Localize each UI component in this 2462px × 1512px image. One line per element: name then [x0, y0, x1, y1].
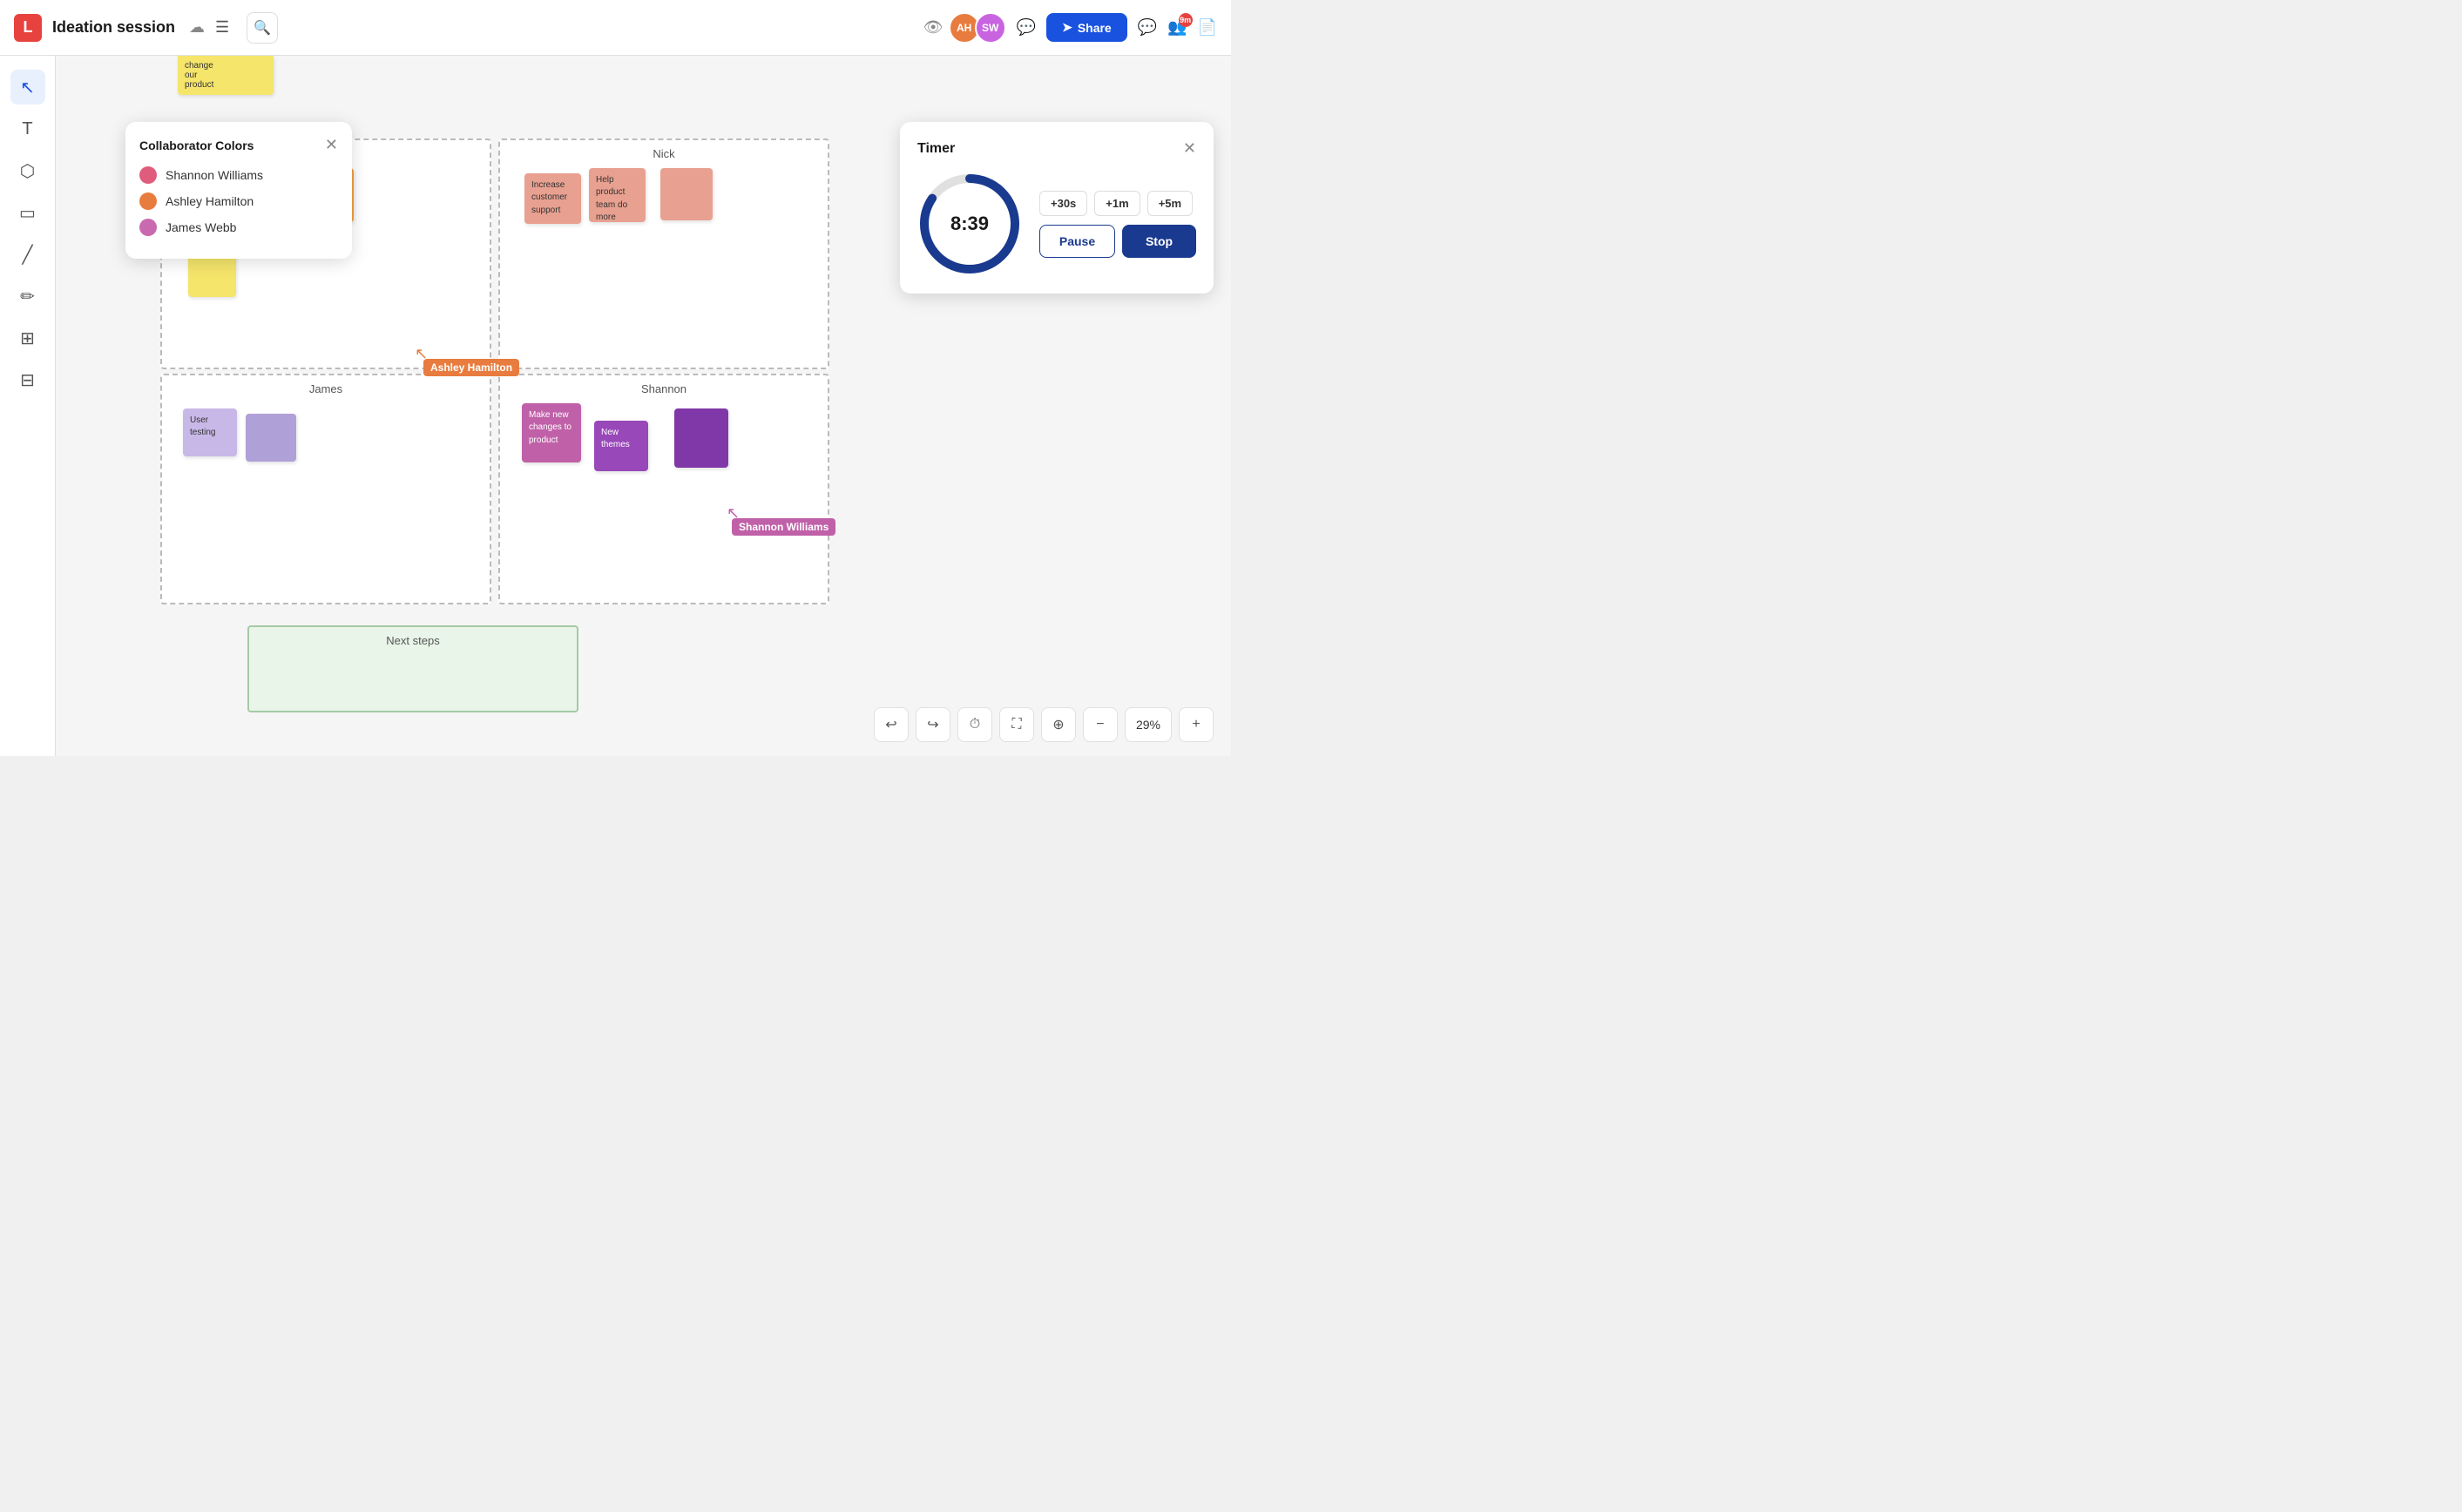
timer-increments: +30s +1m +5m [1039, 191, 1196, 216]
rect-tool[interactable]: ▭ [10, 195, 45, 230]
draw-tool[interactable]: ✏ [10, 279, 45, 314]
next-steps-label: Next steps [249, 627, 577, 647]
shannon-cursor-label: Shannon Williams [732, 518, 835, 536]
shannon-collab-name: Shannon Williams [166, 168, 263, 182]
increment-1m[interactable]: +1m [1094, 191, 1140, 216]
james-collab-name: James Webb [166, 220, 236, 234]
line-tool[interactable]: ╱ [10, 237, 45, 272]
collab-panel-title: Collaborator Colors [139, 138, 254, 152]
canvas[interactable]: change our product Ashley Adjust comment… [56, 56, 1231, 756]
sticky-shannon-blank[interactable] [674, 408, 728, 468]
shape-tool[interactable]: ⬡ [10, 153, 45, 188]
section-james-label: James [309, 382, 342, 395]
comment-icon[interactable]: 💬 [1017, 18, 1036, 37]
stop-button[interactable]: Stop [1122, 225, 1196, 258]
history-icon: ⏱ [970, 717, 980, 732]
section-shannon-label: Shannon [641, 382, 687, 395]
search-button[interactable]: 🔍 [247, 12, 278, 44]
location-icon: ⊕ [1052, 716, 1064, 733]
history-button[interactable]: ⏱ [957, 707, 992, 742]
cloud-icon[interactable]: ☁ [189, 18, 205, 37]
timer-circle: 8:39 [917, 172, 1022, 276]
collab-panel-header: Collaborator Colors ✕ [139, 136, 338, 154]
zoom-in-icon: + [1192, 717, 1200, 732]
team-icon[interactable]: 👥 9m [1167, 18, 1187, 37]
grid-tool[interactable]: ⊞ [10, 321, 45, 355]
doc-icon[interactable]: 📄 [1198, 18, 1217, 37]
collaborator-colors-panel: Collaborator Colors ✕ Shannon Williams A… [125, 122, 352, 259]
ashley-collab-name: Ashley Hamilton [166, 194, 254, 208]
avatar-sw[interactable]: SW [975, 12, 1006, 44]
section-james: James User testing [160, 374, 491, 604]
sticky-help-product[interactable]: Help product team do more [589, 168, 646, 222]
ashley-cursor-label: Ashley Hamilton [423, 359, 519, 376]
ashley-cursor: ↖ Ashley Hamilton [415, 345, 428, 363]
header: L Ideation session ☁ ☰ 🔍 👁 AH SW 💬 ➤ Sha… [0, 0, 1231, 56]
collab-item-shannon: Shannon Williams [139, 166, 338, 184]
select-tool[interactable]: ↖ [10, 70, 45, 105]
zoom-in-button[interactable]: + [1179, 707, 1214, 742]
fullscreen-icon: ⛶ [1011, 717, 1021, 732]
zoom-out-button[interactable]: − [1083, 707, 1118, 742]
collab-item-james: James Webb [139, 219, 338, 236]
ashley-color-dot [139, 192, 157, 210]
james-color-dot [139, 219, 157, 236]
menu-icon[interactable]: ☰ [215, 18, 229, 37]
fullscreen-button[interactable]: ⛶ [999, 707, 1034, 742]
sticky-make-changes[interactable]: Make new changes to product [522, 403, 581, 462]
table-tool[interactable]: ⊟ [10, 362, 45, 397]
undo-icon: ↩ [885, 716, 896, 733]
pause-button[interactable]: Pause [1039, 225, 1115, 258]
chat-icon[interactable]: 💬 [1138, 18, 1157, 37]
increment-5m[interactable]: +5m [1147, 191, 1193, 216]
section-nick: Nick Increase customer support Help prod… [498, 138, 829, 369]
bottom-toolbar: ↩ ↪ ⏱ ⛶ ⊕ − 29% + [874, 707, 1214, 742]
shannon-color-dot [139, 166, 157, 184]
location-button[interactable]: ⊕ [1041, 707, 1076, 742]
timer-action-buttons: Pause Stop [1039, 225, 1196, 258]
share-button[interactable]: ➤ Share [1046, 13, 1127, 42]
increment-30s[interactable]: +30s [1039, 191, 1087, 216]
timer-close-button[interactable]: ✕ [1183, 139, 1196, 158]
timer-body: 8:39 +30s +1m +5m Pause Stop [917, 172, 1196, 276]
notification-badge: 9m [1179, 13, 1193, 27]
left-toolbar: ↖ T ⬡ ▭ ╱ ✏ ⊞ ⊟ [0, 56, 56, 756]
text-tool[interactable]: T [10, 111, 45, 146]
sticky-customer-support[interactable]: Increase customer support [524, 173, 581, 224]
redo-button[interactable]: ↪ [916, 707, 950, 742]
collab-item-ashley: Ashley Hamilton [139, 192, 338, 210]
search-icon: 🔍 [254, 19, 271, 37]
app-logo[interactable]: L [14, 14, 42, 42]
page-title: Ideation session [52, 18, 175, 37]
timer-title: Timer [917, 141, 955, 157]
sticky-new-themes[interactable]: New themes [594, 421, 648, 471]
header-right: 👁 AH SW 💬 ➤ Share 💬 👥 9m 📄 [923, 12, 1217, 44]
zoom-level: 29% [1125, 707, 1172, 742]
timer-display: 8:39 [950, 213, 989, 235]
collaborator-avatars: AH SW [954, 12, 1006, 44]
undo-button[interactable]: ↩ [874, 707, 909, 742]
sticky-user-testing[interactable]: User testing [183, 408, 237, 456]
sticky-james-blank[interactable] [246, 414, 296, 462]
timer-header: Timer ✕ [917, 139, 1196, 158]
share-arrow-icon: ➤ [1062, 20, 1072, 35]
partial-sticky: change our product [178, 56, 274, 95]
section-nick-label: Nick [653, 147, 674, 160]
eye-icon[interactable]: 👁 [923, 18, 944, 37]
section-shannon: Shannon Make new changes to product New … [498, 374, 829, 604]
timer-controls: +30s +1m +5m Pause Stop [1039, 191, 1196, 258]
collab-panel-close[interactable]: ✕ [325, 136, 338, 154]
shannon-cursor: ↖ Shannon Williams [727, 504, 740, 523]
zoom-out-icon: − [1096, 717, 1104, 732]
next-steps-section: Next steps [247, 625, 578, 712]
sticky-nick-blank[interactable] [660, 168, 713, 220]
redo-icon: ↪ [927, 716, 938, 733]
timer-panel: Timer ✕ 8:39 +30s +1m +5m Pause Stop [900, 122, 1214, 294]
